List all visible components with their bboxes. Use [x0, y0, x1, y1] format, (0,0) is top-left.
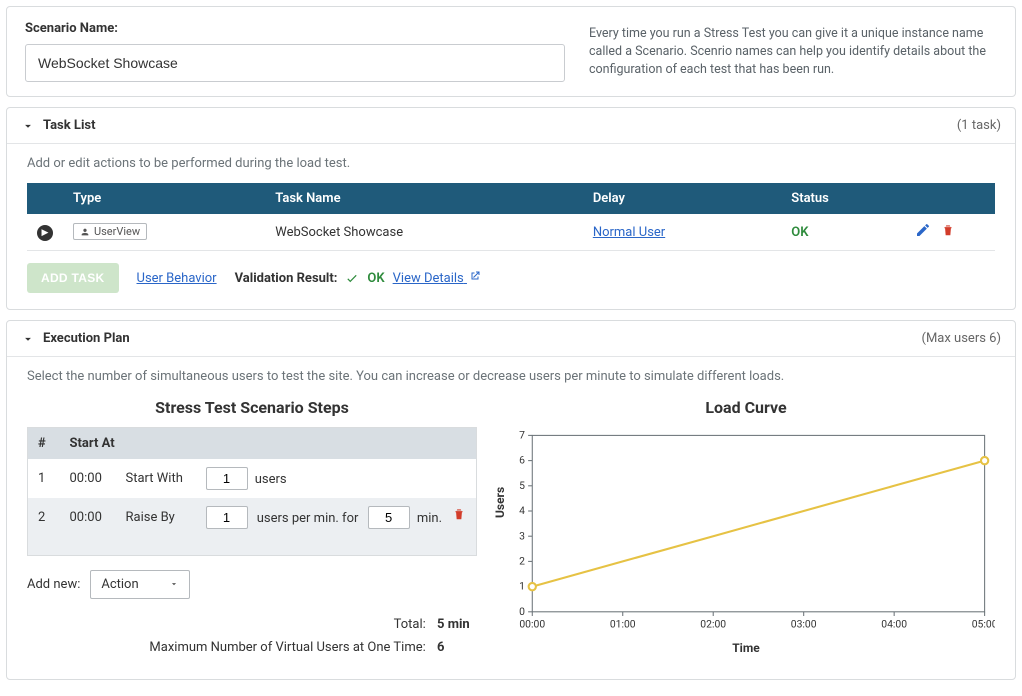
add-new-selected: Action	[101, 577, 138, 592]
col-delay: Delay	[583, 183, 781, 214]
svg-text:04:00: 04:00	[881, 617, 907, 630]
load-curve-title: Load Curve	[497, 398, 995, 417]
validation-label: Validation Result:	[235, 271, 338, 286]
scenario-name-label: Scenario Name:	[25, 21, 565, 36]
task-list-count: (1 task)	[957, 118, 1001, 133]
delete-button[interactable]	[941, 222, 955, 242]
execution-plan-title: Execution Plan	[43, 331, 130, 346]
svg-text:03:00: 03:00	[791, 617, 817, 630]
execution-plan-panel: Execution Plan (Max users 6) Select the …	[6, 320, 1016, 680]
total-value: 5 min	[437, 613, 477, 636]
add-new-label: Add new:	[27, 577, 80, 592]
user-behavior-link[interactable]: User Behavior	[137, 271, 217, 286]
step-row: 1 00:00 Start With users	[28, 459, 477, 498]
delay-link[interactable]: Normal User	[593, 225, 665, 240]
execution-plan-header[interactable]: Execution Plan (Max users 6)	[7, 321, 1015, 357]
task-list-panel: Task List (1 task) Add or edit actions t…	[6, 107, 1016, 310]
execution-plan-subtitle: Select the number of simultaneous users …	[7, 357, 1015, 398]
status-ok: OK	[791, 225, 808, 240]
step-row: 2 00:00 Raise By users per min. for min.	[28, 498, 477, 537]
col-taskname: Task Name	[265, 183, 583, 214]
execution-plan-meta: (Max users 6)	[922, 331, 1002, 346]
check-icon	[345, 271, 359, 285]
scenario-help-text: Every time you run a Stress Test you can…	[589, 21, 997, 79]
task-list-subtitle: Add or edit actions to be performed duri…	[7, 144, 1015, 183]
delete-step-button[interactable]	[452, 506, 466, 526]
svg-text:02:00: 02:00	[700, 617, 726, 630]
table-row: ▶ UserView WebSocket Showcase Normal Use…	[27, 214, 995, 251]
external-link-icon	[469, 270, 481, 282]
add-task-button[interactable]: ADD TASK	[27, 263, 119, 293]
svg-text:1: 1	[519, 580, 525, 593]
col-status: Status	[781, 183, 905, 214]
task-name-cell: WebSocket Showcase	[265, 214, 583, 251]
svg-text:4: 4	[519, 504, 525, 517]
start-with-input[interactable]	[206, 467, 248, 490]
edit-button[interactable]	[915, 222, 931, 242]
max-users-value: 6	[437, 636, 477, 659]
task-list-title: Task List	[43, 118, 95, 133]
caret-down-icon	[169, 579, 179, 589]
row-expand-button[interactable]: ▶	[37, 225, 53, 241]
chevron-down-icon	[21, 332, 35, 346]
view-details-link[interactable]: View Details	[393, 270, 481, 286]
validation-status: OK	[367, 271, 384, 286]
scenario-panel: Scenario Name: Every time you run a Stre…	[6, 6, 1016, 97]
svg-text:01:00: 01:00	[610, 617, 636, 630]
max-users-label: Maximum Number of Virtual Users at One T…	[149, 636, 425, 659]
steps-table: # Start At 1 00:00 Start With users	[27, 427, 477, 556]
col-start-at: Start At	[60, 428, 477, 460]
user-icon	[80, 227, 90, 237]
x-axis-label: Time	[497, 641, 995, 655]
scenario-name-input[interactable]	[25, 44, 565, 82]
add-new-select[interactable]: Action	[90, 570, 189, 599]
col-step-num: #	[28, 428, 60, 460]
chevron-down-icon	[21, 119, 35, 133]
svg-text:5: 5	[519, 479, 525, 492]
total-label: Total:	[394, 613, 426, 636]
pencil-icon	[915, 222, 931, 238]
y-axis-label: Users	[493, 487, 507, 518]
step-suffix: min.	[417, 511, 442, 526]
svg-text:0: 0	[519, 605, 525, 618]
svg-text:00:00: 00:00	[519, 617, 545, 630]
step-suffix: users	[255, 472, 287, 487]
trash-icon	[941, 222, 955, 238]
raise-by-input[interactable]	[206, 506, 248, 529]
svg-text:3: 3	[519, 529, 525, 542]
userview-badge[interactable]: UserView	[73, 223, 147, 240]
load-curve-chart: Users 0123456700:0001:0002:0003:0004:000…	[497, 427, 995, 637]
steps-title: Stress Test Scenario Steps	[27, 398, 477, 417]
task-table: Type Task Name Delay Status ▶ UserView W…	[27, 183, 995, 251]
trash-icon	[452, 506, 466, 522]
svg-text:7: 7	[519, 428, 525, 441]
badge-label: UserView	[94, 225, 140, 238]
svg-text:05:00: 05:00	[972, 617, 995, 630]
for-minutes-input[interactable]	[368, 506, 410, 529]
svg-text:2: 2	[519, 554, 525, 567]
svg-text:6: 6	[519, 454, 525, 467]
step-suffix: users per min. for	[257, 511, 359, 526]
col-type: Type	[63, 183, 265, 214]
task-list-header[interactable]: Task List (1 task)	[7, 108, 1015, 144]
